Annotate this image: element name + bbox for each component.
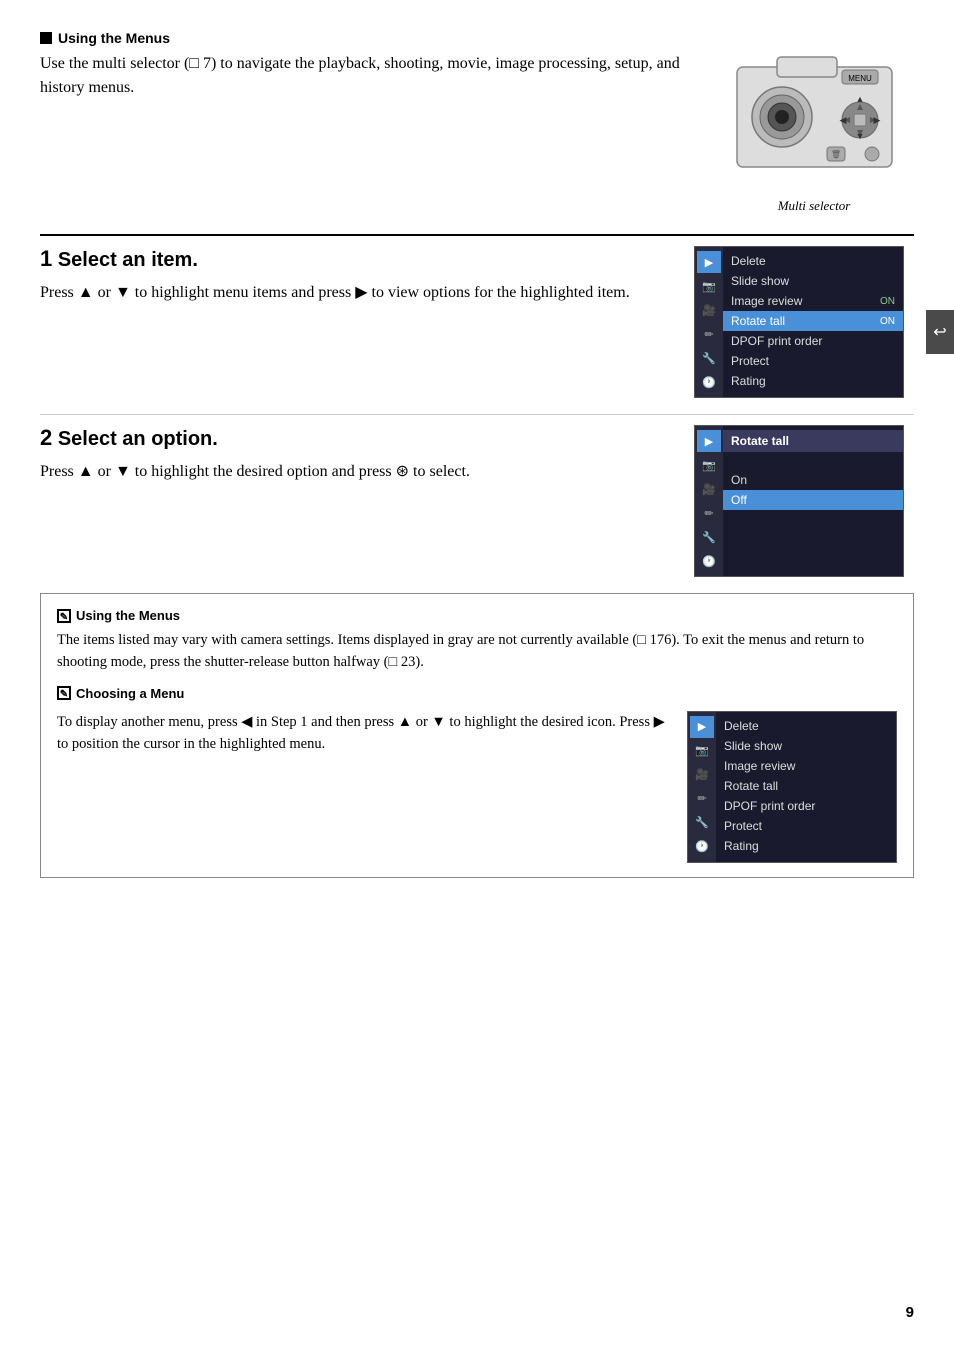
- choosing-icon: ✎: [57, 686, 71, 700]
- option-off: Off: [723, 490, 903, 510]
- menu3-icon-clock: 🕐: [690, 836, 714, 858]
- note-text: The items listed may vary with camera se…: [57, 629, 897, 674]
- step2-block: 2 Select an option. Press ▲ or ▼ to high…: [40, 425, 914, 577]
- menu3-item-protect: Protect: [716, 816, 896, 836]
- choosing-title-text: Choosing a Menu: [76, 686, 184, 701]
- option-icon-clock: 🕐: [697, 550, 721, 572]
- choosing-text: To display another menu, press ◀ in Step…: [57, 711, 671, 756]
- svg-text:▲: ▲: [855, 94, 864, 104]
- menu3-icon-movie: 🎥: [690, 764, 714, 786]
- menu3-item-delete: Delete: [716, 716, 896, 736]
- svg-text:◀: ◀: [839, 115, 846, 125]
- option-icon-camera: 📷: [697, 454, 721, 476]
- menu-item-delete: Delete: [723, 251, 903, 271]
- step2-title: 2 Select an option.: [40, 425, 674, 451]
- divider-2: [40, 414, 914, 415]
- option-header: Rotate tall: [723, 430, 903, 452]
- option-on: On: [723, 470, 903, 490]
- step1-number: 1: [40, 246, 52, 271]
- menu-item-rotatetall: Rotate tallON: [723, 311, 903, 331]
- note-icon: ✎: [57, 609, 71, 623]
- svg-text:▼: ▼: [855, 131, 864, 141]
- step1-desc: Press ▲ or ▼ to highlight menu items and…: [40, 280, 674, 306]
- choosing-menu: ▶ 📷 🎥 ✏ 🔧 🕐 Delete Slide show Image revi…: [687, 711, 897, 863]
- step1-title: 1 Select an item.: [40, 246, 674, 272]
- step2-left: 2 Select an option. Press ▲ or ▼ to high…: [40, 425, 694, 485]
- option-icon-movie: 🎥: [697, 478, 721, 500]
- menu3-icon-wrench: 🔧: [690, 812, 714, 834]
- divider-1: [40, 234, 914, 236]
- menu-icon-edit: ✏: [697, 323, 721, 345]
- camera-caption: Multi selector: [714, 198, 914, 214]
- menu-item-protect: Protect: [723, 351, 903, 371]
- camera-svg: MENU 🗑 ▲ ▼ ◀: [714, 52, 914, 192]
- choosing-desc: To display another menu, press ◀ in Step…: [57, 711, 671, 756]
- choosing-title: ✎ Choosing a Menu: [57, 686, 897, 701]
- option-screen: ▶ 📷 🎥 ✏ 🔧 🕐 Rotate tall On Off: [694, 425, 904, 577]
- step2-desc: Press ▲ or ▼ to highlight the desired op…: [40, 459, 674, 485]
- option-icon-wrench: 🔧: [697, 526, 721, 548]
- note-title: ✎ Using the Menus: [57, 608, 897, 623]
- menu3-item-dpof: DPOF print order: [716, 796, 896, 816]
- section-title: Using the Menus: [58, 30, 170, 46]
- menu-icons-col-3: ▶ 📷 🎥 ✏ 🔧 🕐: [688, 712, 716, 862]
- option-items-col: Rotate tall On Off: [723, 426, 903, 576]
- menu-item-dpof: DPOF print order: [723, 331, 903, 351]
- choosing-block: To display another menu, press ◀ in Step…: [57, 711, 897, 863]
- svg-text:▶: ▶: [873, 115, 880, 125]
- step1-menu: ▶ 📷 🎥 ✏ 🔧 🕐 Delete Slide show Image revi…: [694, 246, 914, 398]
- menu-icon-wrench: 🔧: [697, 347, 721, 369]
- page: ↩ Using the Menus Use the multi selector…: [0, 0, 954, 1345]
- menu-icons-col-1: ▶ 📷 🎥 ✏ 🔧 🕐: [695, 247, 723, 397]
- tab-icon: ↩: [933, 322, 946, 342]
- step1-block: 1 Select an item. Press ▲ or ▼ to highli…: [40, 246, 914, 398]
- svg-text:🗑: 🗑: [830, 150, 840, 159]
- svg-text:MENU: MENU: [848, 74, 872, 83]
- intro-content: Use the multi selector (□ 7) to navigate…: [40, 55, 680, 96]
- menu-items-col-3: Delete Slide show Image review Rotate ta…: [716, 712, 896, 862]
- menu3-icon-play: ▶: [690, 716, 714, 738]
- section-header: Using the Menus: [40, 30, 914, 46]
- menu-screen-3: ▶ 📷 🎥 ✏ 🔧 🕐 Delete Slide show Image revi…: [687, 711, 897, 863]
- menu-screen-1: ▶ 📷 🎥 ✏ 🔧 🕐 Delete Slide show Image revi…: [694, 246, 904, 398]
- page-number: 9: [906, 1304, 914, 1321]
- step1-title-text: Select an item.: [58, 249, 198, 271]
- step2-menu: ▶ 📷 🎥 ✏ 🔧 🕐 Rotate tall On Off: [694, 425, 914, 577]
- section-tab: ↩: [926, 310, 954, 354]
- camera-illustration: MENU 🗑 ▲ ▼ ◀: [727, 52, 902, 187]
- note-title-text: Using the Menus: [76, 608, 180, 623]
- menu3-item-imagereview: Image review: [716, 756, 896, 776]
- option-icon-edit: ✏: [697, 502, 721, 524]
- menu-icon-play: ▶: [697, 251, 721, 273]
- square-icon: [40, 32, 52, 44]
- menu3-item-rating: Rating: [716, 836, 896, 856]
- camera-diagram: MENU 🗑 ▲ ▼ ◀: [714, 52, 914, 214]
- step1-left: 1 Select an item. Press ▲ or ▼ to highli…: [40, 246, 694, 306]
- intro-text: Use the multi selector (□ 7) to navigate…: [40, 52, 714, 100]
- menu-item-imagereview: Image reviewON: [723, 291, 903, 311]
- menu-item-rating: Rating: [723, 371, 903, 391]
- option-icon-play: ▶: [697, 430, 721, 452]
- menu3-icon-edit: ✏: [690, 788, 714, 810]
- note-box: ✎ Using the Menus The items listed may v…: [40, 593, 914, 878]
- menu-items-col-1: Delete Slide show Image reviewON Rotate …: [723, 247, 903, 397]
- step2-title-text: Select an option.: [58, 428, 218, 450]
- menu-icon-movie: 🎥: [697, 299, 721, 321]
- intro-block: Use the multi selector (□ 7) to navigate…: [40, 52, 914, 214]
- menu3-item-rotatetall: Rotate tall: [716, 776, 896, 796]
- menu3-icon-camera: 📷: [690, 740, 714, 762]
- step2-number: 2: [40, 425, 52, 450]
- menu-item-slideshow: Slide show: [723, 271, 903, 291]
- menu-icon-camera: 📷: [697, 275, 721, 297]
- menu-icon-clock: 🕐: [697, 371, 721, 393]
- menu3-item-slideshow: Slide show: [716, 736, 896, 756]
- option-icons-col: ▶ 📷 🎥 ✏ 🔧 🕐: [695, 426, 723, 576]
